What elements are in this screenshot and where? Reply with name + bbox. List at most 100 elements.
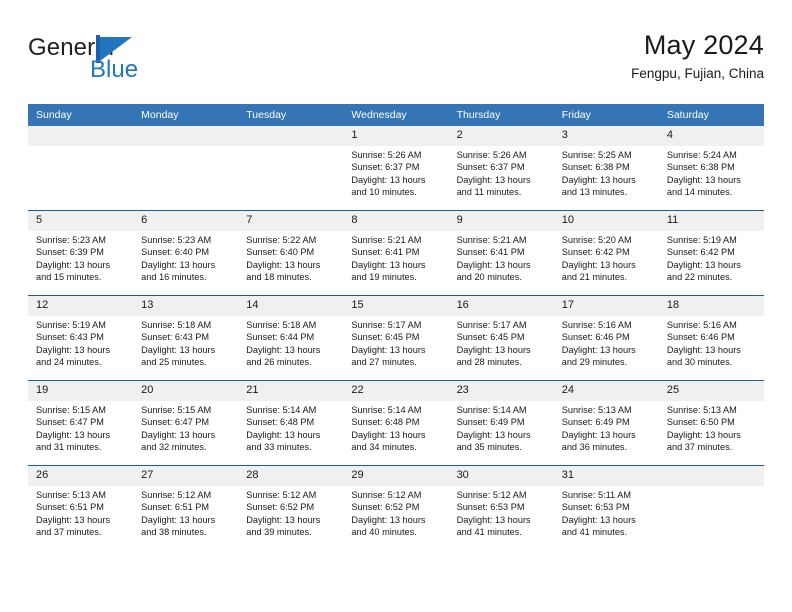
calendar-week-row: 1 Sunrise: 5:26 AM Sunset: 6:37 PM Daylight… (28, 126, 764, 211)
daylight-duration-line1: Daylight: 13 hours (561, 344, 636, 355)
sunrise-time: Sunrise: 5:19 AM (666, 235, 737, 245)
daylight-duration-line2: and 38 minutes. (141, 527, 207, 538)
day-details: Sunrise: 5:19 AM Sunset: 6:42 PM Daylight:… (659, 231, 764, 284)
calendar-day-cell[interactable]: 11 Sunrise: 5:19 AM Sunset: 6:42 PM Dayligh… (658, 210, 764, 296)
day-details: Sunrise: 5:26 AM Sunset: 6:37 PM Daylight:… (449, 146, 554, 199)
sunrise-time: Sunrise: 5:12 AM (456, 490, 527, 500)
sunset-time: Sunset: 6:37 PM (456, 162, 525, 173)
day-number: 14 (238, 296, 344, 316)
day-details: Sunrise: 5:20 AM Sunset: 6:42 PM Daylight:… (554, 231, 659, 284)
day-number (238, 126, 344, 146)
sunset-time: Sunset: 6:47 PM (36, 417, 104, 428)
calendar-day-cell[interactable]: 15 Sunrise: 5:17 AM Sunset: 6:45 PM Dayligh… (343, 295, 449, 381)
sunrise-sunset-calendar: Sunday Monday Tuesday Wednesday Thursday… (28, 104, 764, 550)
weekday-header-saturday: Saturday (658, 104, 764, 126)
calendar-day-cell[interactable]: 31 Sunrise: 5:11 AM Sunset: 6:53 PM Dayligh… (553, 465, 659, 550)
daylight-duration-line2: and 37 minutes. (666, 442, 733, 453)
calendar-day-cell[interactable]: 20 Sunrise: 5:15 AM Sunset: 6:47 PM Dayligh… (133, 380, 239, 466)
calendar-day-cell[interactable]: 19 Sunrise: 5:15 AM Sunset: 6:47 PM Dayligh… (28, 380, 134, 466)
day-details: Sunrise: 5:14 AM Sunset: 6:49 PM Daylight:… (449, 401, 554, 454)
calendar-day-cell[interactable]: 7 Sunrise: 5:22 AM Sunset: 6:40 PM Daylight… (238, 210, 344, 296)
sunrise-time: Sunrise: 5:21 AM (351, 235, 422, 245)
logo-text-blue: Blue (90, 56, 139, 83)
daylight-duration-line1: Daylight: 13 hours (561, 174, 636, 185)
sunrise-time: Sunrise: 5:14 AM (351, 405, 422, 415)
calendar-day-cell[interactable]: 25 Sunrise: 5:13 AM Sunset: 6:50 PM Dayligh… (658, 380, 764, 466)
daylight-duration-line2: and 33 minutes. (246, 442, 312, 453)
sunrise-time: Sunrise: 5:12 AM (141, 490, 212, 500)
day-number: 31 (553, 466, 659, 486)
calendar-day-cell[interactable]: 17 Sunrise: 5:16 AM Sunset: 6:46 PM Dayligh… (553, 295, 659, 381)
day-number: 20 (133, 381, 239, 401)
calendar-day-cell[interactable]: 23 Sunrise: 5:14 AM Sunset: 6:49 PM Dayligh… (448, 380, 554, 466)
weekday-header-friday: Friday (553, 104, 659, 126)
calendar-day-cell[interactable]: 13 Sunrise: 5:18 AM Sunset: 6:43 PM Dayligh… (133, 295, 239, 381)
day-number: 9 (448, 211, 554, 231)
day-number: 8 (343, 211, 449, 231)
sunrise-time: Sunrise: 5:13 AM (666, 405, 737, 415)
sunrise-time: Sunrise: 5:18 AM (246, 320, 317, 330)
day-number (658, 466, 764, 486)
day-details: Sunrise: 5:12 AM Sunset: 6:51 PM Daylight:… (133, 486, 238, 539)
daylight-duration-line1: Daylight: 13 hours (246, 514, 321, 525)
day-details: Sunrise: 5:17 AM Sunset: 6:45 PM Daylight:… (343, 316, 448, 369)
calendar-day-cell[interactable]: 9 Sunrise: 5:21 AM Sunset: 6:41 PM Daylight… (448, 210, 554, 296)
general-blue-logo[interactable]: General Blue (28, 34, 218, 90)
day-number: 28 (238, 466, 344, 486)
sunrise-time: Sunrise: 5:13 AM (36, 490, 106, 500)
calendar-day-cell[interactable]: 18 Sunrise: 5:16 AM Sunset: 6:46 PM Dayligh… (658, 295, 764, 381)
calendar-day-cell[interactable]: 28 Sunrise: 5:12 AM Sunset: 6:52 PM Dayligh… (238, 465, 344, 550)
daylight-duration-line1: Daylight: 13 hours (351, 259, 426, 270)
sunrise-time: Sunrise: 5:18 AM (141, 320, 212, 330)
calendar-day-cell[interactable]: 24 Sunrise: 5:13 AM Sunset: 6:49 PM Dayligh… (553, 380, 659, 466)
calendar-day-cell[interactable]: 26 Sunrise: 5:13 AM Sunset: 6:51 PM Dayligh… (28, 465, 134, 550)
calendar-day-cell[interactable]: 8 Sunrise: 5:21 AM Sunset: 6:41 PM Daylight… (343, 210, 449, 296)
day-details: Sunrise: 5:19 AM Sunset: 6:43 PM Daylight:… (28, 316, 133, 369)
daylight-duration-line2: and 28 minutes. (456, 357, 522, 368)
daylight-duration-line1: Daylight: 13 hours (246, 429, 321, 440)
daylight-duration-line2: and 26 minutes. (246, 357, 312, 368)
calendar-day-cell[interactable]: 27 Sunrise: 5:12 AM Sunset: 6:51 PM Dayligh… (133, 465, 239, 550)
calendar-day-cell[interactable]: 29 Sunrise: 5:12 AM Sunset: 6:52 PM Dayligh… (343, 465, 449, 550)
calendar-page: General Blue May 2024 Fengpu, Fujian, Ch… (0, 0, 792, 612)
sunrise-time: Sunrise: 5:17 AM (456, 320, 527, 330)
calendar-day-cell[interactable]: 21 Sunrise: 5:14 AM Sunset: 6:48 PM Dayligh… (238, 380, 344, 466)
calendar-week-row: 26 Sunrise: 5:13 AM Sunset: 6:51 PM Dayligh… (28, 465, 764, 550)
day-details: Sunrise: 5:23 AM Sunset: 6:40 PM Daylight:… (133, 231, 238, 284)
day-number (133, 126, 239, 146)
daylight-duration-line1: Daylight: 13 hours (351, 344, 426, 355)
daylight-duration-line2: and 20 minutes. (456, 272, 522, 283)
calendar-day-cell[interactable]: 6 Sunrise: 5:23 AM Sunset: 6:40 PM Daylight… (133, 210, 239, 296)
daylight-duration-line2: and 31 minutes. (36, 442, 102, 453)
day-number: 19 (28, 381, 134, 401)
daylight-duration-line1: Daylight: 13 hours (246, 259, 321, 270)
daylight-duration-line1: Daylight: 13 hours (456, 344, 531, 355)
masthead: General Blue May 2024 Fengpu, Fujian, Ch… (28, 28, 764, 94)
calendar-day-cell[interactable]: 1 Sunrise: 5:26 AM Sunset: 6:37 PM Daylight… (343, 126, 449, 211)
daylight-duration-line1: Daylight: 13 hours (561, 514, 636, 525)
calendar-day-cell[interactable]: 2 Sunrise: 5:26 AM Sunset: 6:37 PM Daylight… (448, 126, 554, 211)
calendar-day-cell[interactable]: 5 Sunrise: 5:23 AM Sunset: 6:39 PM Daylight… (28, 210, 134, 296)
calendar-day-cell[interactable]: 16 Sunrise: 5:17 AM Sunset: 6:45 PM Dayligh… (448, 295, 554, 381)
calendar-day-cell[interactable]: 4 Sunrise: 5:24 AM Sunset: 6:38 PM Daylight… (658, 126, 764, 211)
sunset-time: Sunset: 6:49 PM (456, 417, 525, 428)
calendar-header-row: Sunday Monday Tuesday Wednesday Thursday… (28, 104, 764, 126)
calendar-day-cell[interactable]: 22 Sunrise: 5:14 AM Sunset: 6:48 PM Dayligh… (343, 380, 449, 466)
day-number: 10 (553, 211, 659, 231)
calendar-day-cell[interactable]: 30 Sunrise: 5:12 AM Sunset: 6:53 PM Dayligh… (448, 465, 554, 550)
day-number: 6 (133, 211, 239, 231)
calendar-day-cell[interactable]: 12 Sunrise: 5:19 AM Sunset: 6:43 PM Dayligh… (28, 295, 134, 381)
day-details: Sunrise: 5:16 AM Sunset: 6:46 PM Daylight:… (554, 316, 659, 369)
day-details: Sunrise: 5:18 AM Sunset: 6:44 PM Daylight:… (238, 316, 343, 369)
calendar-day-cell[interactable]: 14 Sunrise: 5:18 AM Sunset: 6:44 PM Dayligh… (238, 295, 344, 381)
daylight-duration-line2: and 27 minutes. (351, 357, 417, 368)
calendar-day-cell[interactable]: 10 Sunrise: 5:20 AM Sunset: 6:42 PM Dayligh… (553, 210, 659, 296)
day-details: Sunrise: 5:18 AM Sunset: 6:43 PM Daylight:… (133, 316, 238, 369)
weekday-header-tuesday: Tuesday (238, 104, 344, 126)
day-number: 16 (448, 296, 554, 316)
sunset-time: Sunset: 6:38 PM (666, 162, 735, 173)
day-number: 21 (238, 381, 344, 401)
calendar-day-cell[interactable]: 3 Sunrise: 5:25 AM Sunset: 6:38 PM Daylight… (553, 126, 659, 211)
sunset-time: Sunset: 6:51 PM (36, 502, 104, 513)
day-number: 12 (28, 296, 134, 316)
